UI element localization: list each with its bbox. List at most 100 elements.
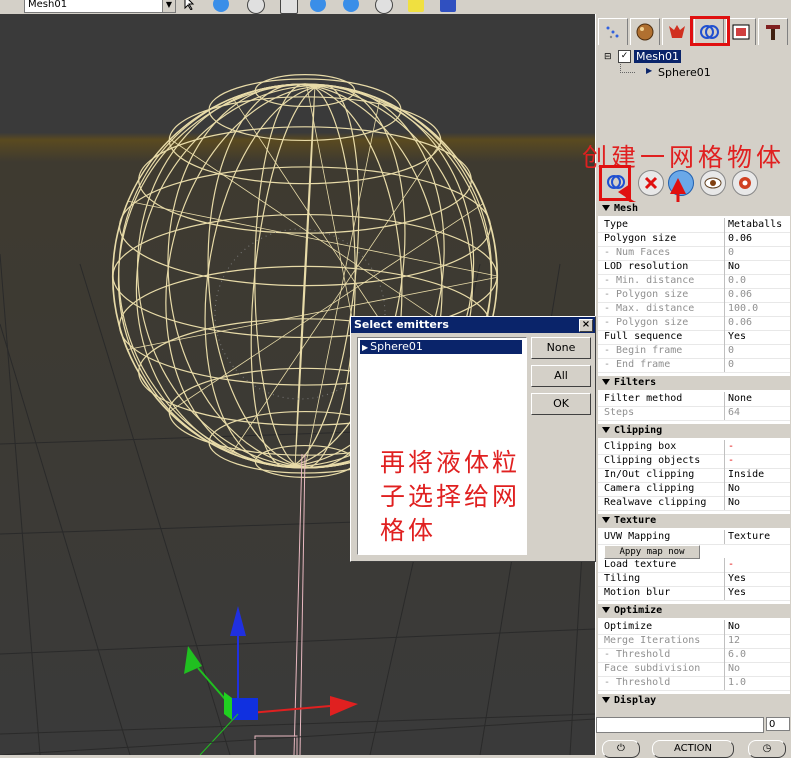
power-button[interactable]: ⏻ xyxy=(602,740,640,758)
property-value[interactable]: - xyxy=(724,454,790,468)
dialog-title-bar[interactable]: Select emitters × xyxy=(351,317,595,333)
property-key: - Num Faces xyxy=(604,247,671,258)
property-value[interactable]: No xyxy=(724,260,790,274)
apply-map-button[interactable]: Appy map now xyxy=(604,545,700,559)
save-icon[interactable] xyxy=(440,0,456,12)
property-value[interactable]: Yes xyxy=(724,330,790,344)
property-row[interactable]: Polygon size 0.06 xyxy=(598,232,790,247)
property-row[interactable]: Steps 64 xyxy=(598,406,790,421)
property-row[interactable]: - Min. distance 0.0 xyxy=(598,274,790,289)
emitter-list-item[interactable]: ▶ Sphere01 xyxy=(360,340,522,354)
close-button[interactable]: × xyxy=(579,319,593,332)
property-row[interactable]: Clipping objects - xyxy=(598,454,790,469)
property-row[interactable]: - End frame 0 xyxy=(598,358,790,373)
collapse-icon[interactable]: ⊟ xyxy=(604,52,612,62)
property-row[interactable]: Motion blur Yes xyxy=(598,586,790,601)
property-key: Merge Iterations xyxy=(604,635,701,646)
property-value[interactable]: 64 xyxy=(724,406,790,420)
section-header-texture[interactable]: Texture xyxy=(598,514,790,528)
property-value[interactable]: 0 xyxy=(724,246,790,260)
property-value[interactable]: 0.06 xyxy=(724,232,790,246)
property-value[interactable]: Yes xyxy=(724,572,790,586)
property-row[interactable]: Optimize No xyxy=(598,620,790,635)
timer-button[interactable]: ◷ xyxy=(748,740,786,758)
property-row[interactable]: - Polygon size 0.06 xyxy=(598,316,790,331)
none-button[interactable]: None xyxy=(531,337,591,359)
action-button[interactable]: ACTION xyxy=(652,740,734,758)
property-row[interactable]: In/Out clipping Inside xyxy=(598,468,790,483)
property-row[interactable]: - Threshold 6.0 xyxy=(598,648,790,663)
circle-icon[interactable] xyxy=(247,0,265,14)
property-row[interactable]: Tiling Yes xyxy=(598,572,790,587)
property-value[interactable]: 100.0 xyxy=(724,302,790,316)
property-value[interactable]: Metaballs xyxy=(724,218,790,232)
property-value[interactable]: - xyxy=(724,440,790,454)
property-row[interactable]: UVW Mapping Texture xyxy=(598,530,790,545)
mesh-settings-icon[interactable] xyxy=(732,170,758,196)
property-row[interactable]: Type Metaballs xyxy=(598,218,790,233)
property-row[interactable]: - Begin frame 0 xyxy=(598,344,790,359)
z-icon[interactable] xyxy=(375,0,393,14)
particles-tab[interactable] xyxy=(598,18,628,45)
property-row[interactable]: Filter method None xyxy=(598,392,790,407)
daemon-tab[interactable] xyxy=(662,18,692,45)
emitter-tab[interactable] xyxy=(630,18,660,45)
property-value[interactable]: 0 xyxy=(724,344,790,358)
property-row[interactable]: LOD resolution No xyxy=(598,260,790,275)
emitter-list[interactable]: ▶ Sphere01 再将液体粒子选择给网格体 xyxy=(357,337,527,555)
section-header-mesh[interactable]: Mesh xyxy=(598,202,790,216)
section-header-display[interactable]: Display xyxy=(598,694,790,707)
property-row[interactable]: - Polygon size 0.06 xyxy=(598,288,790,303)
chevron-down-icon[interactable]: ▼ xyxy=(162,0,175,12)
property-row[interactable]: - Num Faces 0 xyxy=(598,246,790,261)
x-icon[interactable] xyxy=(310,0,326,12)
annotation-assign-particles: 再将液体粒子选择给网格体 xyxy=(380,448,521,545)
add-icon[interactable] xyxy=(213,0,229,12)
property-row[interactable]: Realwave clipping No xyxy=(598,496,790,511)
collapse-triangle-icon xyxy=(602,517,610,523)
section-header-filters[interactable]: Filters xyxy=(598,376,790,390)
up-icon[interactable] xyxy=(343,0,359,12)
note-icon[interactable] xyxy=(408,0,424,12)
value-field[interactable] xyxy=(596,717,764,733)
all-button[interactable]: All xyxy=(531,365,591,387)
checkbox-icon[interactable]: ✓ xyxy=(618,50,631,63)
texture-tab[interactable] xyxy=(726,18,756,45)
property-value[interactable]: No xyxy=(724,662,790,676)
object-selector[interactable]: Mesh01 ▼ xyxy=(24,0,176,13)
property-value[interactable]: 1.0 xyxy=(724,676,790,690)
property-value[interactable]: No xyxy=(724,620,790,634)
property-row[interactable]: Full sequence Yes xyxy=(598,330,790,345)
tree-node-mesh01[interactable]: Mesh01 xyxy=(634,50,681,63)
property-value[interactable]: 6.0 xyxy=(724,648,790,662)
property-key: - Begin frame xyxy=(604,345,683,356)
property-value[interactable]: Inside xyxy=(724,468,790,482)
property-value[interactable]: 0.06 xyxy=(724,288,790,302)
property-value[interactable]: Yes xyxy=(724,586,790,600)
tools-tab[interactable] xyxy=(758,18,788,45)
tree-node-sphere01[interactable]: Sphere01 xyxy=(658,66,711,79)
property-value[interactable]: No xyxy=(724,482,790,496)
ok-button[interactable]: OK xyxy=(531,393,591,415)
shape-icon[interactable] xyxy=(280,0,298,14)
pointer-icon[interactable] xyxy=(180,0,196,12)
property-value[interactable]: 12 xyxy=(724,634,790,648)
property-value[interactable]: None xyxy=(724,392,790,406)
frame-number-field[interactable]: 0 xyxy=(766,717,790,731)
property-row[interactable]: - Threshold 1.0 xyxy=(598,676,790,691)
property-row[interactable]: Face subdivision No xyxy=(598,662,790,677)
property-value[interactable]: 0.0 xyxy=(724,274,790,288)
property-value[interactable]: - xyxy=(724,558,790,572)
property-row[interactable]: Clipping box - xyxy=(598,440,790,455)
property-value[interactable]: 0.06 xyxy=(724,316,790,330)
property-row[interactable]: Merge Iterations 12 xyxy=(598,634,790,649)
property-row[interactable]: Camera clipping No xyxy=(598,482,790,497)
property-value[interactable]: Texture xyxy=(724,530,790,544)
property-value[interactable]: No xyxy=(724,496,790,510)
section-header-optimize[interactable]: Optimize xyxy=(598,604,790,618)
property-value[interactable]: 0 xyxy=(724,358,790,372)
property-row[interactable]: - Max. distance 100.0 xyxy=(598,302,790,317)
section-header-clipping[interactable]: Clipping xyxy=(598,424,790,438)
property-row[interactable]: Load texture - xyxy=(598,558,790,573)
triangle-right-icon: ▶ xyxy=(646,66,653,75)
